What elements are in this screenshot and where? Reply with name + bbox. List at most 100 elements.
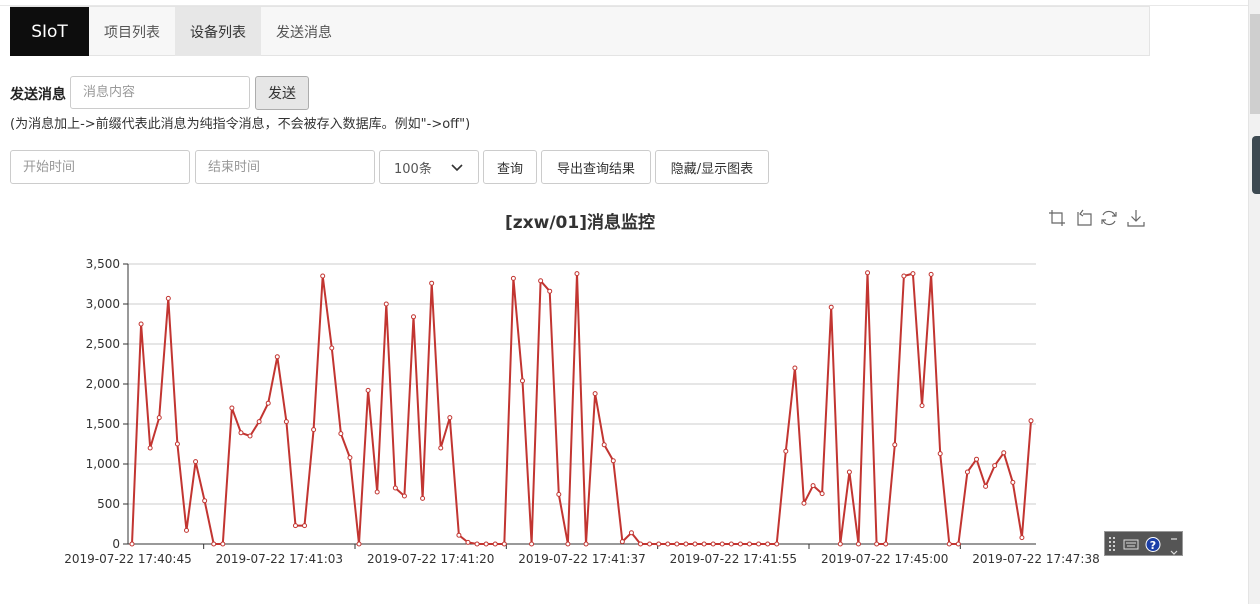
data-point [974, 456, 980, 462]
data-point [483, 541, 489, 547]
save-image-icon[interactable] [1127, 209, 1145, 227]
data-point [601, 442, 607, 448]
end-time-input[interactable] [195, 150, 375, 184]
y-tick-label: 3,500 [86, 257, 120, 271]
x-tick-label: 2019-07-22 17:41:20 [367, 552, 494, 566]
data-point [992, 463, 998, 469]
floating-toolbar[interactable]: ? [1104, 531, 1183, 556]
data-point [610, 458, 616, 464]
grip-icon [1109, 537, 1115, 551]
data-point [892, 442, 898, 448]
data-point [819, 491, 825, 497]
data-point [928, 271, 934, 277]
data-point [874, 541, 880, 547]
data-point [692, 541, 698, 547]
side-widget-tab[interactable] [1252, 136, 1260, 194]
data-point [656, 541, 662, 547]
x-tick-label: 2019-07-22 17:41:03 [216, 552, 343, 566]
data-point [474, 541, 480, 547]
start-time-input[interactable] [10, 150, 190, 184]
zoom-icon[interactable] [1048, 209, 1066, 227]
data-point [492, 541, 498, 547]
send-button[interactable]: 发送 [255, 76, 309, 110]
data-point [329, 345, 335, 351]
data-point [283, 419, 289, 425]
data-point [538, 278, 544, 284]
data-point [1010, 479, 1016, 485]
data-point [801, 500, 807, 506]
y-tick-label: 0 [112, 537, 120, 551]
data-point [265, 400, 271, 406]
toggle-chart-button[interactable]: 隐藏/显示图表 [655, 150, 769, 184]
data-point [910, 271, 916, 277]
data-point [320, 273, 326, 279]
y-tick-label: 2,000 [86, 377, 120, 391]
data-point [383, 301, 389, 307]
data-point [356, 541, 362, 547]
limit-select[interactable]: 100条 [379, 150, 479, 184]
data-point [302, 523, 308, 529]
data-point [1028, 418, 1034, 424]
data-point [792, 365, 798, 371]
data-point [292, 523, 298, 529]
data-point [392, 485, 398, 491]
data-point [628, 530, 634, 536]
data-point [765, 541, 771, 547]
data-point [701, 541, 707, 547]
data-point [674, 541, 680, 547]
scrollbar-thumb[interactable] [1250, 14, 1260, 114]
y-tick-label: 2,500 [86, 337, 120, 351]
data-point [274, 354, 280, 360]
data-point [229, 405, 235, 411]
limit-select-value: 100条 [394, 161, 432, 177]
message-content-input[interactable] [70, 76, 250, 109]
data-point [683, 541, 689, 547]
nav-item-projects[interactable]: 项目列表 [89, 7, 175, 56]
x-tick-label: 2019-07-22 17:47:38 [972, 552, 1099, 566]
nav-item-send-message[interactable]: 发送消息 [261, 7, 347, 56]
data-point [719, 541, 725, 547]
data-point [247, 433, 253, 439]
data-point [728, 541, 734, 547]
collapse-icon[interactable] [1170, 538, 1178, 555]
data-point [256, 419, 262, 425]
data-point [574, 271, 580, 277]
data-point [919, 403, 925, 409]
export-results-button[interactable]: 导出查询结果 [541, 150, 651, 184]
data-point [855, 541, 861, 547]
x-tick-label: 2019-07-22 17:40:45 [64, 552, 191, 566]
data-point [647, 541, 653, 547]
data-point [510, 275, 516, 281]
data-point [147, 445, 153, 451]
data-point [501, 541, 507, 547]
data-point [401, 493, 407, 499]
data-point [311, 427, 317, 433]
data-point [220, 541, 226, 547]
brand-logo[interactable]: SIoT [10, 7, 89, 56]
data-point [138, 321, 144, 327]
send-hint-text: (为消息加上->前缀代表此消息为纯指令消息，不会被存入数据库。例如"->off"… [10, 117, 471, 132]
y-tick-label: 3,000 [86, 297, 120, 311]
data-point [429, 280, 435, 286]
data-point [456, 532, 462, 538]
restore-icon[interactable] [1100, 209, 1118, 227]
help-icon[interactable]: ? [1145, 537, 1161, 553]
nav-item-devices[interactable]: 设备列表 [175, 7, 261, 56]
query-button[interactable]: 查询 [483, 150, 537, 184]
data-point [565, 541, 571, 547]
data-point [156, 415, 162, 421]
chevron-down-icon [451, 164, 463, 172]
data-point [202, 498, 208, 504]
y-tick-label: 500 [97, 497, 120, 511]
data-point [837, 541, 843, 547]
keyboard-icon[interactable] [1123, 539, 1139, 550]
data-point [955, 541, 961, 547]
data-point [365, 387, 371, 393]
data-point [710, 541, 716, 547]
page-scrollbar[interactable] [1248, 0, 1260, 604]
data-point [165, 295, 171, 301]
data-point [519, 378, 525, 384]
y-tick-label: 1,500 [86, 417, 120, 431]
data-point [665, 541, 671, 547]
zoom-reset-icon[interactable] [1074, 209, 1092, 227]
